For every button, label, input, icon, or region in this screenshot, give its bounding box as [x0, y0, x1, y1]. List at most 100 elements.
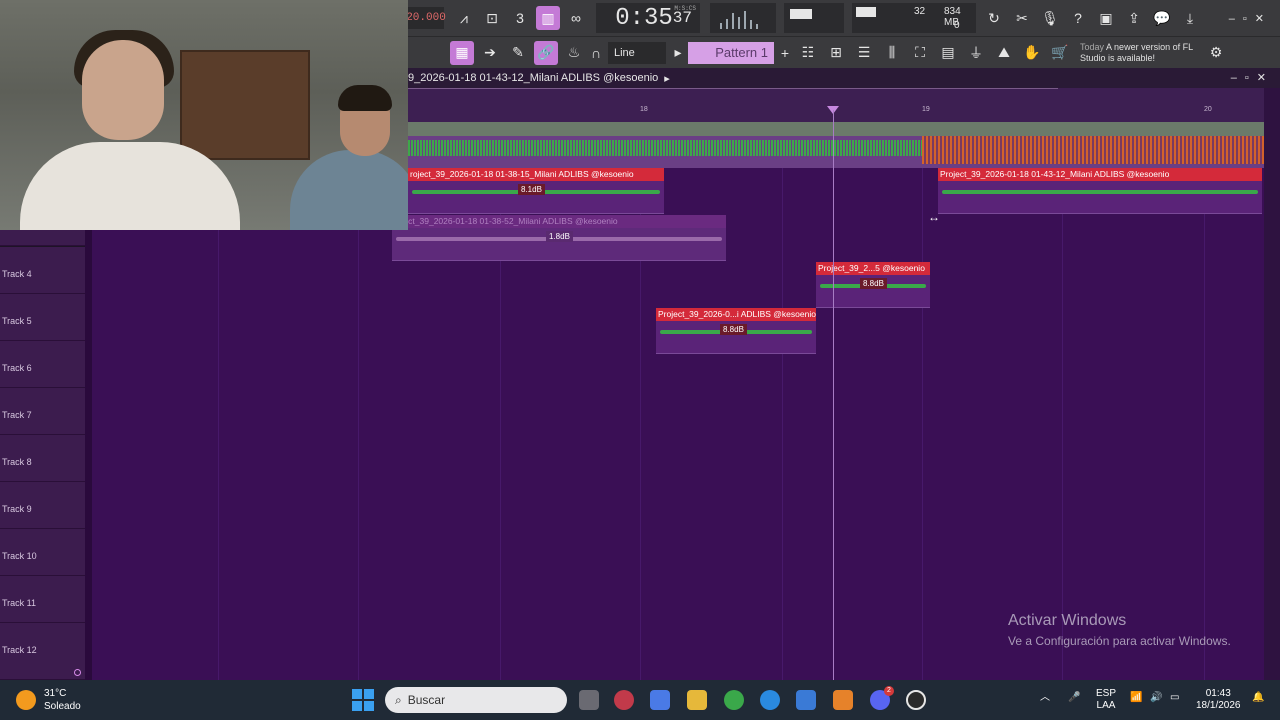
hand-icon[interactable]: ✋: [1020, 41, 1044, 65]
loop-record-icon[interactable]: ∞: [564, 6, 588, 30]
fl-studio-icon[interactable]: [833, 690, 853, 710]
chat-icon[interactable]: 💬: [1150, 6, 1174, 30]
master-volume-slider[interactable]: [784, 3, 844, 33]
notification-icon[interactable]: 🔔: [1252, 692, 1264, 704]
cpu-value: 32: [914, 6, 926, 17]
microphone-icon[interactable]: 🎤: [1068, 692, 1080, 704]
volume-icon[interactable]: 🔊: [1150, 692, 1162, 704]
stamp-icon[interactable]: ♨: [562, 41, 586, 65]
webcam-overlay: [0, 0, 408, 230]
chevron-up-icon[interactable]: ︿: [1040, 692, 1050, 704]
person-left: [20, 30, 240, 230]
clip-name: roject_39_2026-01-18 01-38-52_Milani ADL…: [392, 215, 726, 228]
activation-watermark-subtitle: Ve a Configuración para activar Windows.: [1008, 634, 1231, 648]
polyphony-value: 0: [954, 20, 960, 31]
playlist-icon[interactable]: ☷: [796, 41, 820, 65]
tempo-display[interactable]: 20.000: [406, 7, 446, 29]
file-explorer-icon[interactable]: [687, 690, 707, 710]
news-panel[interactable]: Today A newer version of FL Studio is av…: [1080, 42, 1202, 64]
battery-icon[interactable]: ▭: [1170, 692, 1179, 704]
countdown-icon[interactable]: 3: [508, 6, 532, 30]
sun-icon: [16, 690, 36, 710]
plugin-icon[interactable]: ⏚: [964, 41, 988, 65]
tempo-tap-icon[interactable]: ⛰: [992, 41, 1016, 65]
clock[interactable]: 01:43 18/1/2026: [1196, 688, 1241, 712]
search-icon: ⌕: [395, 692, 402, 707]
track-label: Track 12: [2, 645, 37, 655]
audio-clip[interactable]: roject_39_2026-01-18 01-38-52_Milani ADL…: [392, 215, 726, 261]
track-header[interactable]: [0, 230, 85, 257]
save-icon[interactable]: ▣: [1094, 6, 1118, 30]
track-header[interactable]: Track 10: [0, 529, 85, 586]
app-icon[interactable]: [614, 690, 634, 710]
add-pattern-icon[interactable]: +: [778, 41, 792, 65]
time-display[interactable]: M:S:CS 0:35 37: [596, 3, 700, 33]
track-label: Track 5: [2, 316, 32, 326]
metronome-icon[interactable]: ⩘: [452, 6, 476, 30]
chrome-icon[interactable]: [724, 690, 744, 710]
magnet-icon[interactable]: ∩: [590, 41, 602, 65]
ruler-bar: 18: [640, 106, 648, 113]
clip-gain: 8.1dB: [518, 184, 545, 195]
task-view-icon[interactable]: [579, 690, 599, 710]
track-label: Track 4: [2, 269, 32, 279]
vertical-scrollbar[interactable]: [1264, 88, 1280, 680]
clip-gain: 8.8dB: [860, 278, 887, 289]
undo-icon[interactable]: ↻: [982, 6, 1006, 30]
oscilloscope: [710, 3, 776, 33]
playlist-window-controls[interactable]: –▫✕: [1231, 71, 1274, 84]
language-indicator[interactable]: ESP LAA: [1096, 688, 1116, 712]
memory-value: 834 MB: [944, 6, 961, 28]
browser-icon[interactable]: ⛶: [908, 41, 932, 65]
play-pattern-icon[interactable]: ▸: [672, 41, 684, 65]
window-controls[interactable]: –▫✕: [1229, 12, 1280, 25]
cut-icon[interactable]: ✂: [1010, 6, 1034, 30]
arrow-icon[interactable]: ➔: [478, 41, 502, 65]
file-icon[interactable]: ▤: [936, 41, 960, 65]
help-icon[interactable]: ?: [1066, 6, 1090, 30]
title-arrow-icon[interactable]: ▸: [664, 72, 670, 85]
download-icon[interactable]: ⤓: [1178, 6, 1202, 30]
timeline-ruler[interactable]: 18 19 20: [408, 88, 1280, 122]
pencil-icon[interactable]: ✎: [506, 41, 530, 65]
step-sequencer-icon[interactable]: ⊞: [824, 41, 848, 65]
track-header[interactable]: Track 6: [0, 341, 85, 398]
piano-roll-icon[interactable]: ▦: [450, 40, 474, 65]
track-header[interactable]: Track 7: [0, 388, 85, 445]
wifi-icon[interactable]: 📶: [1130, 692, 1142, 704]
track-header[interactable]: Track 9: [0, 482, 85, 539]
obs-icon[interactable]: [906, 690, 926, 710]
news-settings-icon[interactable]: ⚙: [1204, 41, 1228, 65]
export-icon[interactable]: ⇪: [1122, 6, 1146, 30]
mic-icon[interactable]: 🎙: [1038, 6, 1062, 30]
wait-input-icon[interactable]: ⊡: [480, 6, 504, 30]
track-dot[interactable]: [74, 669, 81, 676]
step-edit-icon[interactable]: ▥: [536, 6, 560, 30]
store-icon[interactable]: 🛒: [1048, 41, 1072, 65]
track-label: Track 10: [2, 551, 37, 561]
track-header[interactable]: Track 11: [0, 576, 85, 633]
audio-clip[interactable]: Project_39_2026-01-18 01-43-12_Milani AD…: [938, 168, 1262, 214]
audio-clip[interactable]: roject_39_2026-01-18 01-38-15_Milani ADL…: [408, 168, 664, 214]
track-header[interactable]: Track 12: [0, 623, 85, 680]
time-main: 0:35: [615, 4, 673, 32]
pattern-selector[interactable]: Pattern 1: [688, 41, 774, 64]
snap-selector[interactable]: Line: [608, 41, 666, 64]
copilot-icon[interactable]: [650, 690, 670, 710]
link-icon[interactable]: 🔗: [534, 40, 558, 65]
track-header[interactable]: Track 8: [0, 435, 85, 492]
taskbar-search[interactable]: ⌕ Buscar: [385, 687, 567, 713]
weather-widget[interactable]: 31°C Soleado: [16, 687, 81, 713]
mixer-icon[interactable]: ⫼: [880, 41, 904, 65]
track-label: Track 11: [2, 598, 37, 608]
track-header[interactable]: Track 5: [0, 294, 85, 351]
audio-clip[interactable]: Project_39_2026-0...i ADLIBS @kesoenio 8…: [656, 308, 816, 354]
person-right: [290, 80, 408, 230]
audio-clip-main[interactable]: [408, 122, 1264, 168]
channel-rack-icon[interactable]: ☰: [852, 41, 876, 65]
store-icon[interactable]: [796, 690, 816, 710]
edge-icon[interactable]: [760, 690, 780, 710]
playlist-titlebar: 9_2026-01-18 01-43-12_Milani ADLIBS @kes…: [408, 68, 1280, 88]
track-header[interactable]: Track 4: [0, 247, 85, 304]
start-button[interactable]: [352, 689, 374, 711]
